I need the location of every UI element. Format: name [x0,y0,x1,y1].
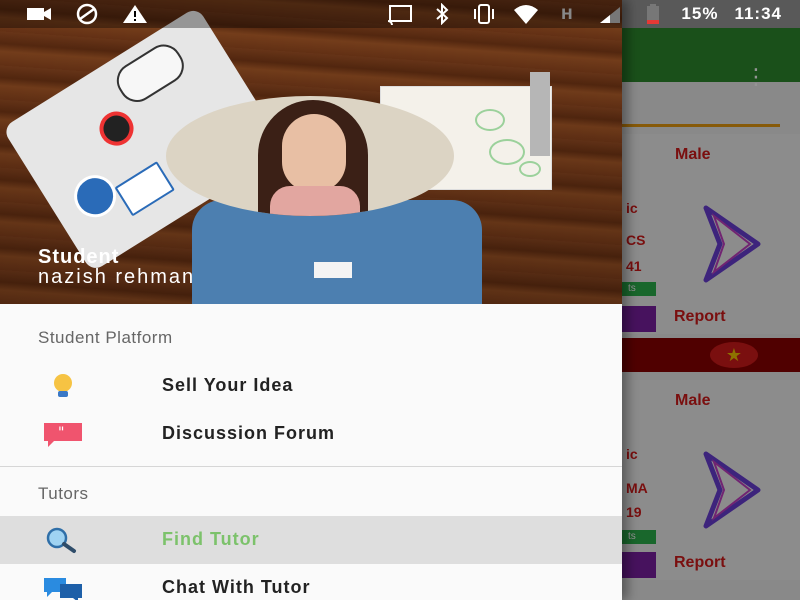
status-bar: H 15% 11:34 [0,0,800,28]
menu-item-chat-with-tutor[interactable]: Chat With Tutor [0,564,622,600]
svg-text:H: H [561,7,573,23]
menu-item-discussion-forum[interactable]: " Discussion Forum [0,410,622,458]
signal-h-icon: H [561,7,573,23]
screencast-icon [388,5,413,25]
navigation-drawer: Student nazish rehman Student Platform S… [0,0,622,600]
section-label-tutors: Tutors [38,484,89,503]
hoodie-tag [314,262,352,278]
section-label-student-platform: Student Platform [38,328,173,347]
vpn-icon [76,3,98,25]
battery-icon [647,4,660,24]
signal-icon [600,7,621,23]
sticker-image [93,105,140,153]
section-divider [0,466,622,467]
chat-icon [44,578,82,600]
notebook-doodle [475,109,505,131]
wifi-icon [514,5,539,24]
vibrate-icon [474,4,495,24]
clock: 11:34 [734,4,782,23]
search-icon [46,527,76,553]
menu-item-label: Find Tutor [162,529,260,549]
svg-text:": " [58,425,64,441]
drawer-header: Student nazish rehman [0,0,622,304]
sticker-image [114,161,175,217]
menu-item-label: Chat With Tutor [162,577,311,597]
user-name: nazish rehman [38,266,196,288]
avatar[interactable] [166,96,454,216]
battery-percent: 15% [681,4,719,23]
quote-bubble-icon: " [44,423,82,447]
notebook-doodle [489,139,525,165]
avatar-face [282,114,346,192]
drawer-menu: Student Platform Sell Your Idea " Discus… [0,304,622,600]
menu-item-label: Discussion Forum [162,423,336,443]
lightbulb-icon [54,374,72,397]
menu-item-find-tutor[interactable]: Find Tutor [0,516,622,564]
notebook-doodle [519,161,541,177]
sticker-image [110,37,191,109]
video-icon [27,8,51,20]
menu-item-sell-your-idea[interactable]: Sell Your Idea [0,362,622,410]
warning-icon [123,5,147,23]
pen-illustration [530,72,550,156]
sticker-image [66,167,125,226]
avatar-shirt [270,186,360,216]
bluetooth-icon [436,3,449,25]
menu-item-label: Sell Your Idea [162,375,294,395]
